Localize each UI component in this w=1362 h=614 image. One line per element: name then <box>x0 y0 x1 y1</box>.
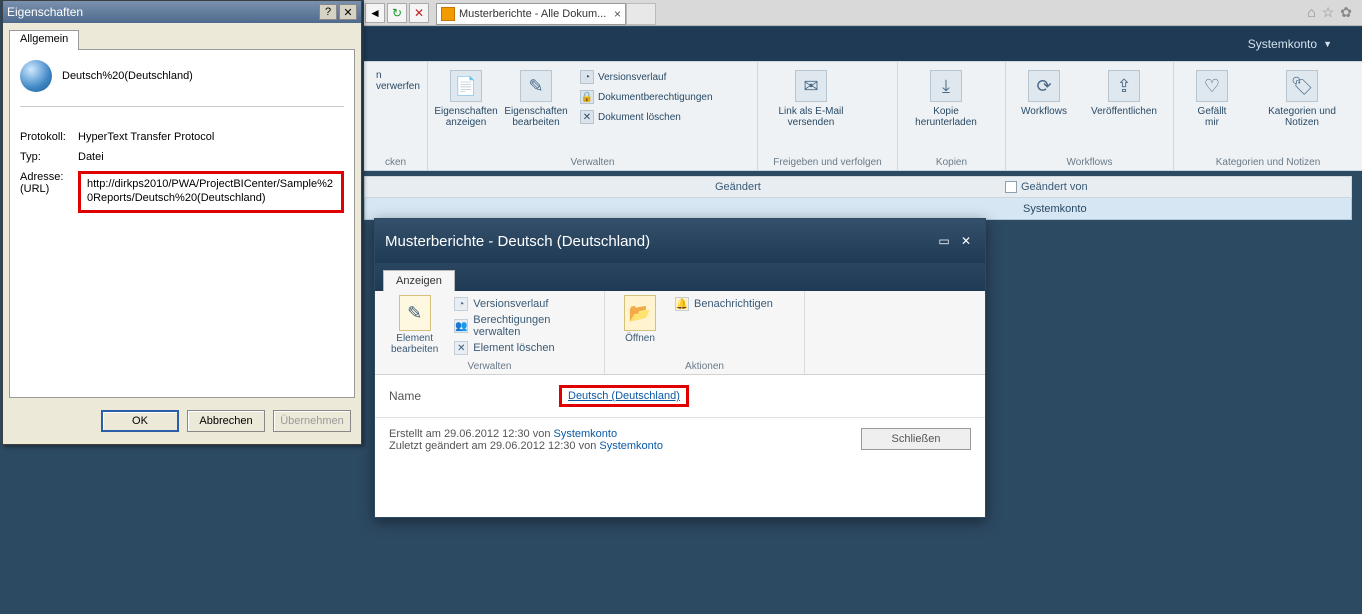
ribbon-group-print-label: cken <box>364 157 427 168</box>
item-dialog-maximize-button[interactable]: ▭ <box>935 233 953 249</box>
history-icon: ◔ <box>580 70 594 84</box>
col-modified-header[interactable]: Geändert <box>365 181 1005 193</box>
doc-delete-button[interactable]: ✕Dokument löschen <box>576 108 717 126</box>
edit-item-icon: ✎ <box>399 295 431 331</box>
created-by-link[interactable]: Systemkonto <box>554 428 618 440</box>
item-ribbon-actions-label: Aktionen <box>605 361 804 372</box>
version-history-button[interactable]: ◔Versionsverlauf <box>576 68 717 86</box>
document-edit-icon: ✎ <box>520 70 552 102</box>
open-folder-icon: 📂 <box>624 295 656 331</box>
tag-icon: 🏷 <box>1286 70 1318 102</box>
item-meta-text: Erstellt am 29.06.2012 12:30 von Systemk… <box>389 428 663 452</box>
properties-help-button[interactable]: ? <box>319 4 337 20</box>
tab-favicon-icon <box>441 7 455 21</box>
workflow-icon: ⟳ <box>1028 70 1060 102</box>
list-row[interactable]: Systemkonto <box>364 198 1352 220</box>
item-dialog-tab-view[interactable]: Anzeigen <box>383 270 455 291</box>
globe-icon <box>20 60 52 92</box>
delete-icon: ✕ <box>580 110 594 124</box>
ribbon-group-share-label: Freigeben und verfolgen <box>758 157 897 168</box>
item-detail-row: Name Deutsch (Deutschland) <box>375 375 985 418</box>
value-protocol: HyperText Transfer Protocol <box>78 131 344 143</box>
main-ribbon: n verwerfen cken 📄 Eigenschaften anzeige… <box>364 61 1362 171</box>
properties-tab-general[interactable]: Allgemein <box>9 30 79 50</box>
like-button[interactable]: ♡ Gefällt mir <box>1182 66 1242 168</box>
alert-me-button[interactable]: 🔔Benachrichtigen <box>675 297 773 311</box>
nav-stop-button[interactable]: ✕ <box>409 3 429 23</box>
close-button[interactable]: Schließen <box>861 428 971 450</box>
detail-name-key: Name <box>389 389 539 403</box>
properties-title: Eigenschaften <box>7 5 317 19</box>
ribbon-group-categories-label: Kategorien und Notizen <box>1174 157 1362 168</box>
user-account-bar: Systemkonto ▼ <box>364 27 1362 61</box>
item-detail-dialog: Musterberichte - Deutsch (Deutschland) ▭… <box>374 218 986 518</box>
ribbon-group-workflows-label: Workflows <box>1006 157 1173 168</box>
tools-icon[interactable]: ✿ <box>1340 4 1352 21</box>
home-icon[interactable]: ⌂ <box>1307 4 1315 21</box>
new-tab-button[interactable] <box>626 3 656 25</box>
permissions-icon: 🔒 <box>580 90 594 104</box>
properties-titlebar[interactable]: Eigenschaften ? ✕ <box>3 1 361 23</box>
bell-icon: 🔔 <box>675 297 689 311</box>
list-header: Geändert Geändert von <box>364 176 1352 198</box>
publish-button[interactable]: ⇪ Veröffentlichen <box>1084 66 1164 168</box>
ribbon-group-copies-label: Kopien <box>898 157 1005 168</box>
item-version-history-button[interactable]: ◔Versionsverlauf <box>454 297 594 311</box>
cancel-button[interactable]: Abbrechen <box>187 410 265 432</box>
column-checkbox[interactable] <box>1005 181 1017 193</box>
detail-name-link[interactable]: Deutsch (Deutschland) <box>568 390 680 402</box>
cell-modified-by: Systemkonto <box>1005 203 1295 215</box>
label-protocol: Protokoll: <box>20 131 78 143</box>
ribbon-discard-button[interactable]: n verwerfen <box>372 68 424 94</box>
col-modifiedby-header[interactable]: Geändert von <box>1021 181 1088 193</box>
value-url[interactable]: http://dirkps2010/PWA/ProjectBICenter/Sa… <box>78 171 344 213</box>
detail-name-highlight: Deutsch (Deutschland) <box>559 385 689 407</box>
browser-top-strip: ◄ ↻ ✕ Musterberichte - Alle Dokum... × ⌂… <box>364 0 1362 26</box>
ribbon-group-manage-label: Verwalten <box>428 157 757 168</box>
history-icon: ◔ <box>454 297 468 311</box>
item-dialog-title: Musterberichte - Deutsch (Deutschland) <box>385 233 931 250</box>
email-link-button[interactable]: ✉ Link als E-Mail versenden <box>766 66 856 168</box>
properties-close-button[interactable]: ✕ <box>339 4 357 20</box>
item-ribbon-manage-label: Verwalten <box>375 361 604 372</box>
favorites-icon[interactable]: ☆ <box>1322 4 1335 21</box>
permissions-icon: 👥 <box>454 319 468 333</box>
modified-by-link[interactable]: Systemkonto <box>599 440 663 452</box>
properties-edit-button[interactable]: ✎ Eigenschaften bearbeiten <box>506 66 566 168</box>
item-dialog-titlebar[interactable]: Musterberichte - Deutsch (Deutschland) ▭… <box>375 219 985 263</box>
properties-view-button[interactable]: 📄 Eigenschaften anzeigen <box>436 66 496 168</box>
item-delete-button[interactable]: ✕Element löschen <box>454 341 594 355</box>
titlebar-icons: ⌂ ☆ ✿ <box>1307 4 1362 21</box>
tab-close-icon[interactable]: × <box>614 7 621 21</box>
workflows-button[interactable]: ⟳ Workflows <box>1014 66 1074 168</box>
properties-dialog: Eigenschaften ? ✕ Allgemein Deutsch%20(D… <box>2 0 362 445</box>
download-icon: ⤓ <box>930 70 962 102</box>
user-account-label[interactable]: Systemkonto <box>1248 37 1317 51</box>
ok-button[interactable]: OK <box>101 410 179 432</box>
download-copy-button[interactable]: ⤓ Kopie herunterladen <box>906 66 986 168</box>
label-url: Adresse: (URL) <box>20 171 78 213</box>
properties-item-name: Deutsch%20(Deutschland) <box>62 70 193 82</box>
heart-icon: ♡ <box>1196 70 1228 102</box>
publish-icon: ⇪ <box>1108 70 1140 102</box>
label-type: Typ: <box>20 151 78 163</box>
browser-tab[interactable]: Musterberichte - Alle Dokum... × <box>436 3 626 25</box>
item-dialog-ribbon: ✎ Element bearbeiten ◔Versionsverlauf 👥B… <box>375 291 985 375</box>
nav-back-button[interactable]: ◄ <box>365 3 385 23</box>
apply-button: Übernehmen <box>273 410 351 432</box>
nav-refresh-button[interactable]: ↻ <box>387 3 407 23</box>
browser-tab-label: Musterberichte - Alle Dokum... <box>459 8 606 20</box>
value-type: Datei <box>78 151 344 163</box>
item-dialog-close-button[interactable]: ✕ <box>957 233 975 249</box>
categories-notes-button[interactable]: 🏷 Kategorien und Notizen <box>1252 66 1352 168</box>
item-manage-permissions-button[interactable]: 👥Berechtigungen verwalten <box>454 314 594 338</box>
user-menu-caret-icon[interactable]: ▼ <box>1323 39 1332 49</box>
document-properties-icon: 📄 <box>450 70 482 102</box>
doc-permissions-button[interactable]: 🔒Dokumentberechtigungen <box>576 88 717 106</box>
delete-icon: ✕ <box>454 341 468 355</box>
mail-icon: ✉ <box>795 70 827 102</box>
